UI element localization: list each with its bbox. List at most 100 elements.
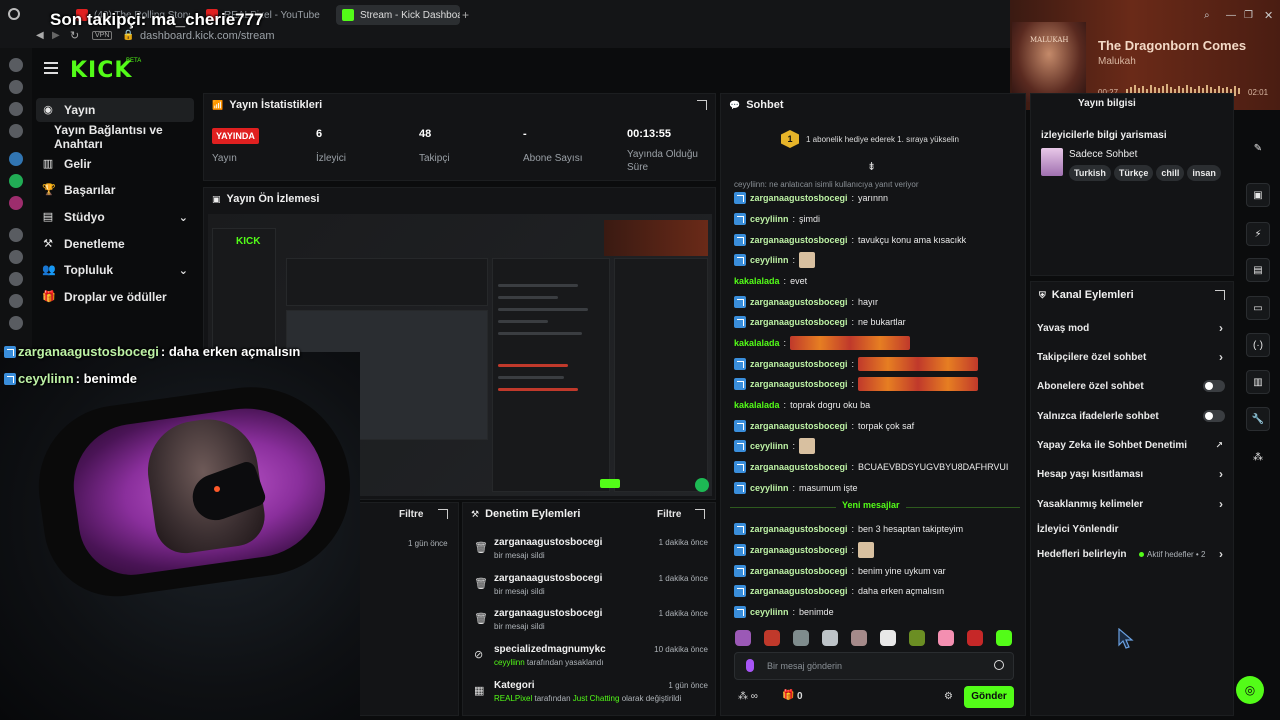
chat-username[interactable]: zarganaagustosbocegi [750,566,848,576]
chat-message[interactable]: ceyyliinn: [734,252,816,268]
app-icon[interactable] [9,124,23,138]
emote-icon[interactable] [851,630,867,646]
nav-income[interactable]: ▥ Gelir [36,152,194,176]
star-icon[interactable] [9,80,23,94]
chat-username[interactable]: zarganaagustosbocegi [750,297,848,307]
expand-icon[interactable] [695,509,705,519]
nav-studio[interactable]: ▤ Stüdyo ⌄ [36,205,194,229]
chat-message[interactable]: zarganaagustosbocegi: [734,542,875,558]
emote-icon[interactable] [938,630,954,646]
back-icon[interactable]: ◀ [36,30,44,41]
mod-action-row[interactable]: 🗑 zarganaagustosbocegi bir mesajı sildi 1 d… [466,608,714,642]
emoji-icon[interactable] [994,660,1004,670]
broadcast-icon[interactable]: (·) [1246,333,1270,357]
instagram-icon[interactable] [9,196,23,210]
new-tab-button[interactable]: + [462,8,469,22]
chat-username[interactable]: zarganaagustosbocegi [750,462,848,472]
chat-username[interactable]: kakalalada [734,400,780,410]
chat-username[interactable]: ceyyliinn [750,441,789,451]
chat-username[interactable]: zarganaagustosbocegi [750,545,848,555]
chat-message[interactable]: zarganaagustosbocegi: tavukçu konu ama kı… [734,232,966,248]
support-icon[interactable]: ◎ [1236,676,1264,704]
chat-username[interactable]: ceyyliinn [750,483,789,493]
raid-row[interactable]: İzleyici Yönlendir [1037,519,1229,539]
chat-message[interactable]: zarganaagustosbocegi: ne bukartlar [734,314,906,330]
app-icon[interactable] [9,272,23,286]
close-icon[interactable]: ✕ [1264,9,1273,22]
emote-icon[interactable] [764,630,780,646]
app-icon[interactable] [9,228,23,242]
collapse-icon[interactable]: ⇟ [867,160,876,173]
mod-action-row[interactable]: ⊘ specializedmagnumykc ceyyliinn tarafında… [466,644,714,678]
emotes-only-row[interactable]: Yalnızca ifadelerle sohbet [1037,406,1229,426]
chat-message[interactable]: zarganaagustosbocegi: ben 3 hesaptan taki… [734,521,963,537]
minimize-icon[interactable]: — [1226,10,1236,21]
app-icon[interactable] [9,102,23,116]
chat-username[interactable]: ceyyliinn [750,607,789,617]
search-icon[interactable]: ⌕ [1204,10,1210,21]
chat-username[interactable]: ceyyliinn [750,214,789,224]
nav-moderation[interactable]: ⚒ Denetleme [36,232,194,256]
gift-icon[interactable]: 🎁 [782,690,794,701]
infinity-icon[interactable]: ⁂ ∞ [738,691,758,702]
chat-message[interactable]: zarganaagustosbocegi: torpak çok saf [734,418,914,434]
whatsapp-icon[interactable] [9,174,23,188]
app-icon[interactable] [9,250,23,264]
apps-icon[interactable]: ⁂ [1246,445,1270,469]
chat-username[interactable]: ceyyliinn [750,255,789,265]
chat-username[interactable]: kakalalada [734,338,780,348]
chat-username[interactable]: zarganaagustosbocegi [750,586,848,596]
app-icon[interactable] [9,316,23,330]
goals-row[interactable]: Hedefleri belirleyin Aktif hedefler • 2 › [1037,544,1229,564]
subs-only-row[interactable]: Abonelere özel sohbet [1037,376,1229,396]
nav-community[interactable]: 👥 Topluluk ⌄ [36,258,194,282]
mod-action-row[interactable]: ▦ Kategori REALPixel tarafından Just Chatt… [466,680,714,714]
chat-username[interactable]: zarganaagustosbocegi [750,317,848,327]
slow-mode-row[interactable]: Yavaş mod › [1037,318,1229,338]
chat-username[interactable]: zarganaagustosbocegi [750,235,848,245]
filter-button[interactable]: Filtre [399,509,423,520]
emotes-only-toggle[interactable] [1203,410,1225,422]
clip-icon[interactable]: ▣ [1246,183,1270,207]
mic-icon[interactable] [746,659,754,672]
history-icon[interactable] [9,294,23,308]
filter-button[interactable]: Filtre [657,509,681,520]
emote-icon[interactable] [793,630,809,646]
chat-message[interactable]: ceyyliinn: şimdi [734,211,820,227]
gift-leaderboard-text[interactable]: 1 abonelik hediye ederek 1. sıraya yükse… [806,135,959,144]
chat-username[interactable]: zarganaagustosbocegi [750,193,848,203]
home-icon[interactable] [9,58,23,72]
chat-message[interactable]: zarganaagustosbocegi: hayır [734,294,878,310]
chat-message[interactable]: ceyyliinn: masumum işte [734,480,858,496]
chat-message[interactable]: zarganaagustosbocegi: benim yine uykum va… [734,563,946,579]
chat-username[interactable]: zarganaagustosbocegi [750,379,848,389]
chat-username[interactable]: zarganaagustosbocegi [750,359,848,369]
tab-kick-dashboard[interactable]: Stream - Kick Dashboard [336,5,460,25]
address-bar[interactable]: dashboard.kick.com/stream [140,30,275,42]
mod-action-row[interactable]: 🗑 zarganaagustosbocegi bir mesajı sildi 1 d… [466,573,714,607]
nav-achievements[interactable]: 🏆 Başarılar [36,178,194,202]
settings-icon[interactable]: ⚙ [944,691,953,702]
chat-message[interactable]: ceyyliinn: [734,438,816,454]
emote-icon[interactable] [967,630,983,646]
emote-icon[interactable] [822,630,838,646]
restore-icon[interactable]: ❐ [1244,10,1253,21]
green-play-icon[interactable] [695,478,709,492]
emote-icon[interactable] [735,630,751,646]
nav-stream-key[interactable]: Yayın Bağlantısı ve Anahtarı [36,123,194,151]
chat-username[interactable]: zarganaagustosbocegi [750,421,848,431]
kick-logo[interactable]: KICK [70,58,132,83]
chat-message[interactable]: zarganaagustosbocegi: [734,356,979,372]
edit-icon[interactable]: ✎ [1246,136,1270,160]
chat-message[interactable]: ceyyliinn: benimde [734,604,834,620]
forward-icon[interactable]: ▶ [52,30,60,41]
send-button[interactable]: Gönder [964,686,1014,708]
nav-stream[interactable]: ◉ Yayın [36,98,194,122]
mod-action-row[interactable]: 🗑 zarganaagustosbocegi bir mesajı sildi 1 d… [466,537,714,571]
chat-username[interactable]: kakalalada [734,276,780,286]
emote-icon[interactable] [996,630,1012,646]
emote-icon[interactable] [880,630,896,646]
subs-only-toggle[interactable] [1203,380,1225,392]
expand-icon[interactable] [1215,290,1225,300]
chat-message[interactable]: kakalalada: evet [734,273,807,289]
